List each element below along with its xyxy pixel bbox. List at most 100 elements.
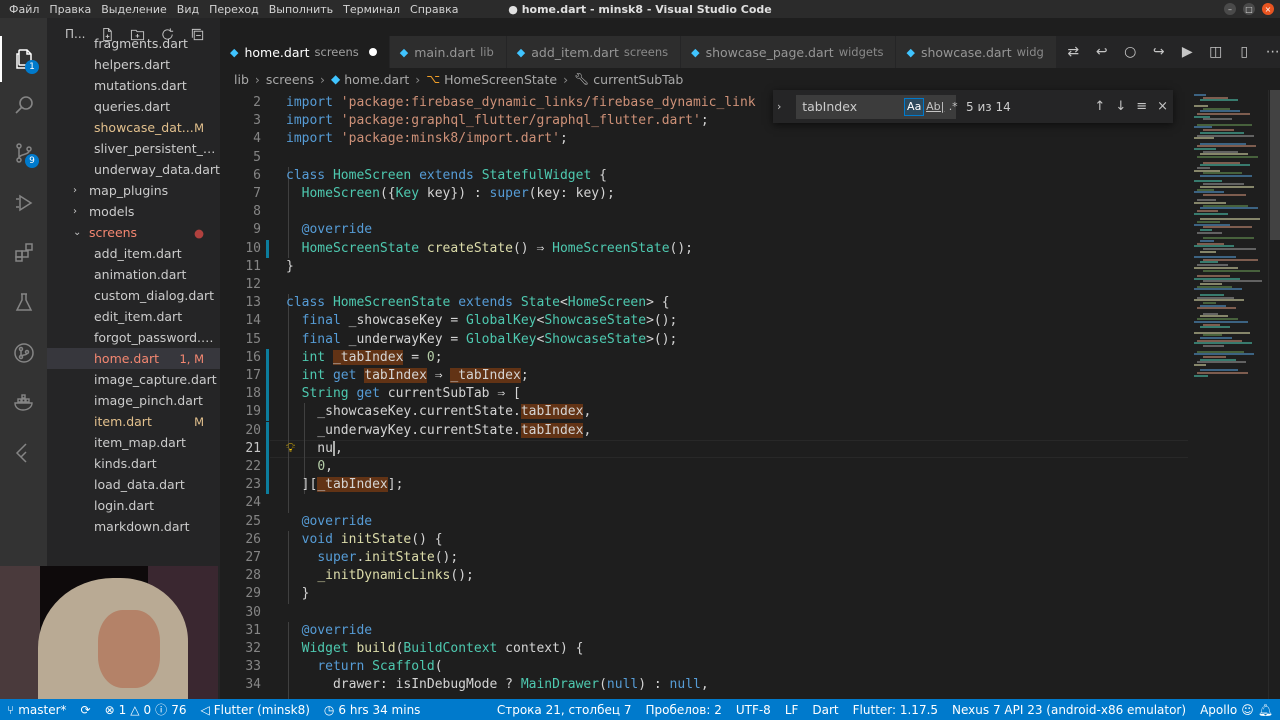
tree-file[interactable]: add_item.dart	[47, 243, 220, 264]
close-find-icon[interactable]: ×	[1152, 99, 1173, 114]
go-back-icon[interactable]: ↩	[1095, 43, 1110, 61]
circle-icon[interactable]: ○	[1123, 43, 1138, 61]
language-mode[interactable]: Dart	[805, 703, 845, 717]
toggle-replace-icon[interactable]: ›	[777, 100, 792, 113]
device-selector[interactable]: Nexus 7 API 23 (android-x86 emulator)	[945, 703, 1193, 717]
flutter-outline-icon[interactable]	[0, 430, 47, 476]
tree-file[interactable]: forgot_password.dart	[47, 327, 220, 348]
menu-item[interactable]: Вид	[172, 3, 204, 16]
run-icon[interactable]: ▶	[1180, 43, 1195, 61]
menu-item[interactable]: Выделение	[96, 3, 172, 16]
git-change-marker[interactable]	[266, 403, 269, 422]
close-button[interactable]: ×	[1262, 3, 1274, 15]
sync-icon[interactable]: ⟳	[74, 703, 98, 717]
git-change-marker[interactable]	[266, 385, 269, 404]
source-control-icon[interactable]: 9	[0, 130, 47, 176]
indentation[interactable]: Пробелов: 2	[638, 703, 728, 717]
git-change-marker[interactable]	[266, 367, 269, 385]
vertical-scrollbar[interactable]	[1268, 90, 1280, 699]
git-change-marker[interactable]	[266, 476, 269, 495]
git-change-marker[interactable]	[266, 239, 269, 258]
run-menu-icon[interactable]: ◫	[1209, 43, 1224, 61]
editor-tab[interactable]: ◆ showcase.dart widg	[896, 36, 1057, 68]
breadcrumb-screens[interactable]: screens	[266, 72, 314, 87]
tree-file[interactable]: image_pinch.dart	[47, 390, 220, 411]
maximize-button[interactable]: □	[1243, 3, 1255, 15]
scrollbar-thumb[interactable]	[1270, 90, 1280, 240]
breadcrumb-member[interactable]: currentSubTab	[593, 72, 683, 87]
flutter-version[interactable]: Flutter: 1.17.5	[846, 703, 945, 717]
tree-file[interactable]: underway_data.dart	[47, 159, 220, 180]
tree-file[interactable]: load_data.dart	[47, 474, 220, 495]
explorer-icon[interactable]: 1	[0, 36, 47, 82]
encoding[interactable]: UTF-8	[729, 703, 778, 717]
flask-icon[interactable]	[0, 280, 47, 326]
docker-icon[interactable]	[0, 380, 47, 426]
tree-file[interactable]: item.dart M	[47, 411, 220, 432]
editor-tab[interactable]: ◆ showcase_page.dart widgets	[681, 36, 897, 68]
regex-toggle[interactable]: .*	[946, 98, 960, 116]
wakatime[interactable]: ◷ 6 hrs 34 mins	[317, 703, 428, 717]
minimap[interactable]	[1188, 90, 1268, 699]
split-editor-icon[interactable]: ▯	[1237, 43, 1252, 61]
editor-tab[interactable]: ◆ home.dart screens	[220, 36, 390, 68]
tree-folder[interactable]: › models	[47, 201, 220, 222]
breadcrumb-file[interactable]: home.dart	[344, 72, 409, 87]
breadcrumb-lib[interactable]: lib	[234, 72, 249, 87]
end-of-line[interactable]: LF	[778, 703, 806, 717]
menu-item[interactable]: Справка	[405, 3, 463, 16]
tree-file[interactable]: helpers.dart	[47, 54, 220, 75]
previous-match-icon[interactable]: ↑	[1089, 99, 1110, 114]
tree-folder[interactable]: ⌄ screens ●	[47, 222, 220, 243]
open-changes-icon[interactable]: ⇄	[1066, 43, 1081, 61]
find-input[interactable]: tabIndex Aa Ab| .*	[796, 94, 958, 119]
tree-file[interactable]: item_map.dart	[47, 432, 220, 453]
menu-item[interactable]: Файл	[4, 3, 44, 16]
git-branch[interactable]: ⑂ master*	[0, 703, 74, 717]
extensions-icon[interactable]	[0, 230, 47, 276]
lightbulb-icon[interactable]: 💡︎	[286, 441, 300, 457]
apollo-status[interactable]: Apollo ☺ 🔔︎	[1193, 703, 1280, 717]
menu-item[interactable]: Выполнить	[264, 3, 338, 16]
menu-item[interactable]: Правка	[44, 3, 96, 16]
git-change-marker[interactable]	[266, 421, 269, 440]
tree-file[interactable]: animation.dart	[47, 264, 220, 285]
minimize-button[interactable]: –	[1224, 3, 1236, 15]
flutter-project[interactable]: ◁ Flutter (minsk8)	[193, 703, 316, 717]
find-in-selection-icon[interactable]: ≡	[1131, 99, 1152, 114]
unsaved-dot-icon[interactable]	[368, 48, 377, 56]
tree-file[interactable]: queries.dart	[47, 96, 220, 117]
tree-file[interactable]: showcase_dat... M	[47, 117, 220, 138]
git-change-marker[interactable]	[266, 439, 269, 458]
tree-folder[interactable]: › map_plugins	[47, 180, 220, 201]
tree-file[interactable]: custom_dialog.dart	[47, 285, 220, 306]
code-editor[interactable]: 2 3 4 5 6 7 8 9 10 11 12 13 14 15 16 17 18 19 20 21 22 23 24 25…	[220, 90, 1188, 699]
tree-file[interactable]: edit_item.dart	[47, 306, 220, 327]
breadcrumb-class[interactable]: HomeScreenState	[444, 72, 557, 87]
git-change-marker[interactable]	[266, 458, 269, 476]
go-forward-icon[interactable]: ↪	[1152, 43, 1167, 61]
match-case-toggle[interactable]: Aa	[904, 97, 925, 116]
tree-file[interactable]: image_capture.dart	[47, 369, 220, 390]
run-debug-icon[interactable]	[0, 180, 47, 226]
tree-file[interactable]: mutations.dart	[47, 75, 220, 96]
git-graph-icon[interactable]	[0, 330, 47, 376]
more-actions-icon[interactable]: ⋯	[1266, 43, 1280, 61]
editor-tab[interactable]: ◆ add_item.dart screens	[506, 36, 682, 68]
editor-tab[interactable]: ◆ main.dart lib	[389, 36, 507, 68]
tree-file[interactable]: home.dart 1, M	[47, 348, 220, 369]
git-change-marker[interactable]	[266, 348, 269, 367]
minimap-line	[1194, 374, 1208, 377]
next-match-icon[interactable]: ↓	[1110, 99, 1131, 114]
tree-file[interactable]: kinds.dart	[47, 453, 220, 474]
match-whole-word-toggle[interactable]: Ab|	[926, 98, 944, 116]
tree-file[interactable]: login.dart	[47, 495, 220, 516]
problems-indicator[interactable]: ⊗ 1 △ 0 ⓘ 76	[98, 701, 194, 718]
search-icon[interactable]	[0, 82, 47, 128]
menu-item[interactable]: Переход	[204, 3, 264, 16]
tree-file[interactable]: fragments.dart	[47, 33, 220, 54]
tree-file[interactable]: markdown.dart	[47, 516, 220, 537]
menu-item[interactable]: Терминал	[338, 3, 405, 16]
cursor-position[interactable]: Строка 21, столбец 7	[490, 703, 639, 717]
tree-file[interactable]: sliver_persistent_h...	[47, 138, 220, 159]
